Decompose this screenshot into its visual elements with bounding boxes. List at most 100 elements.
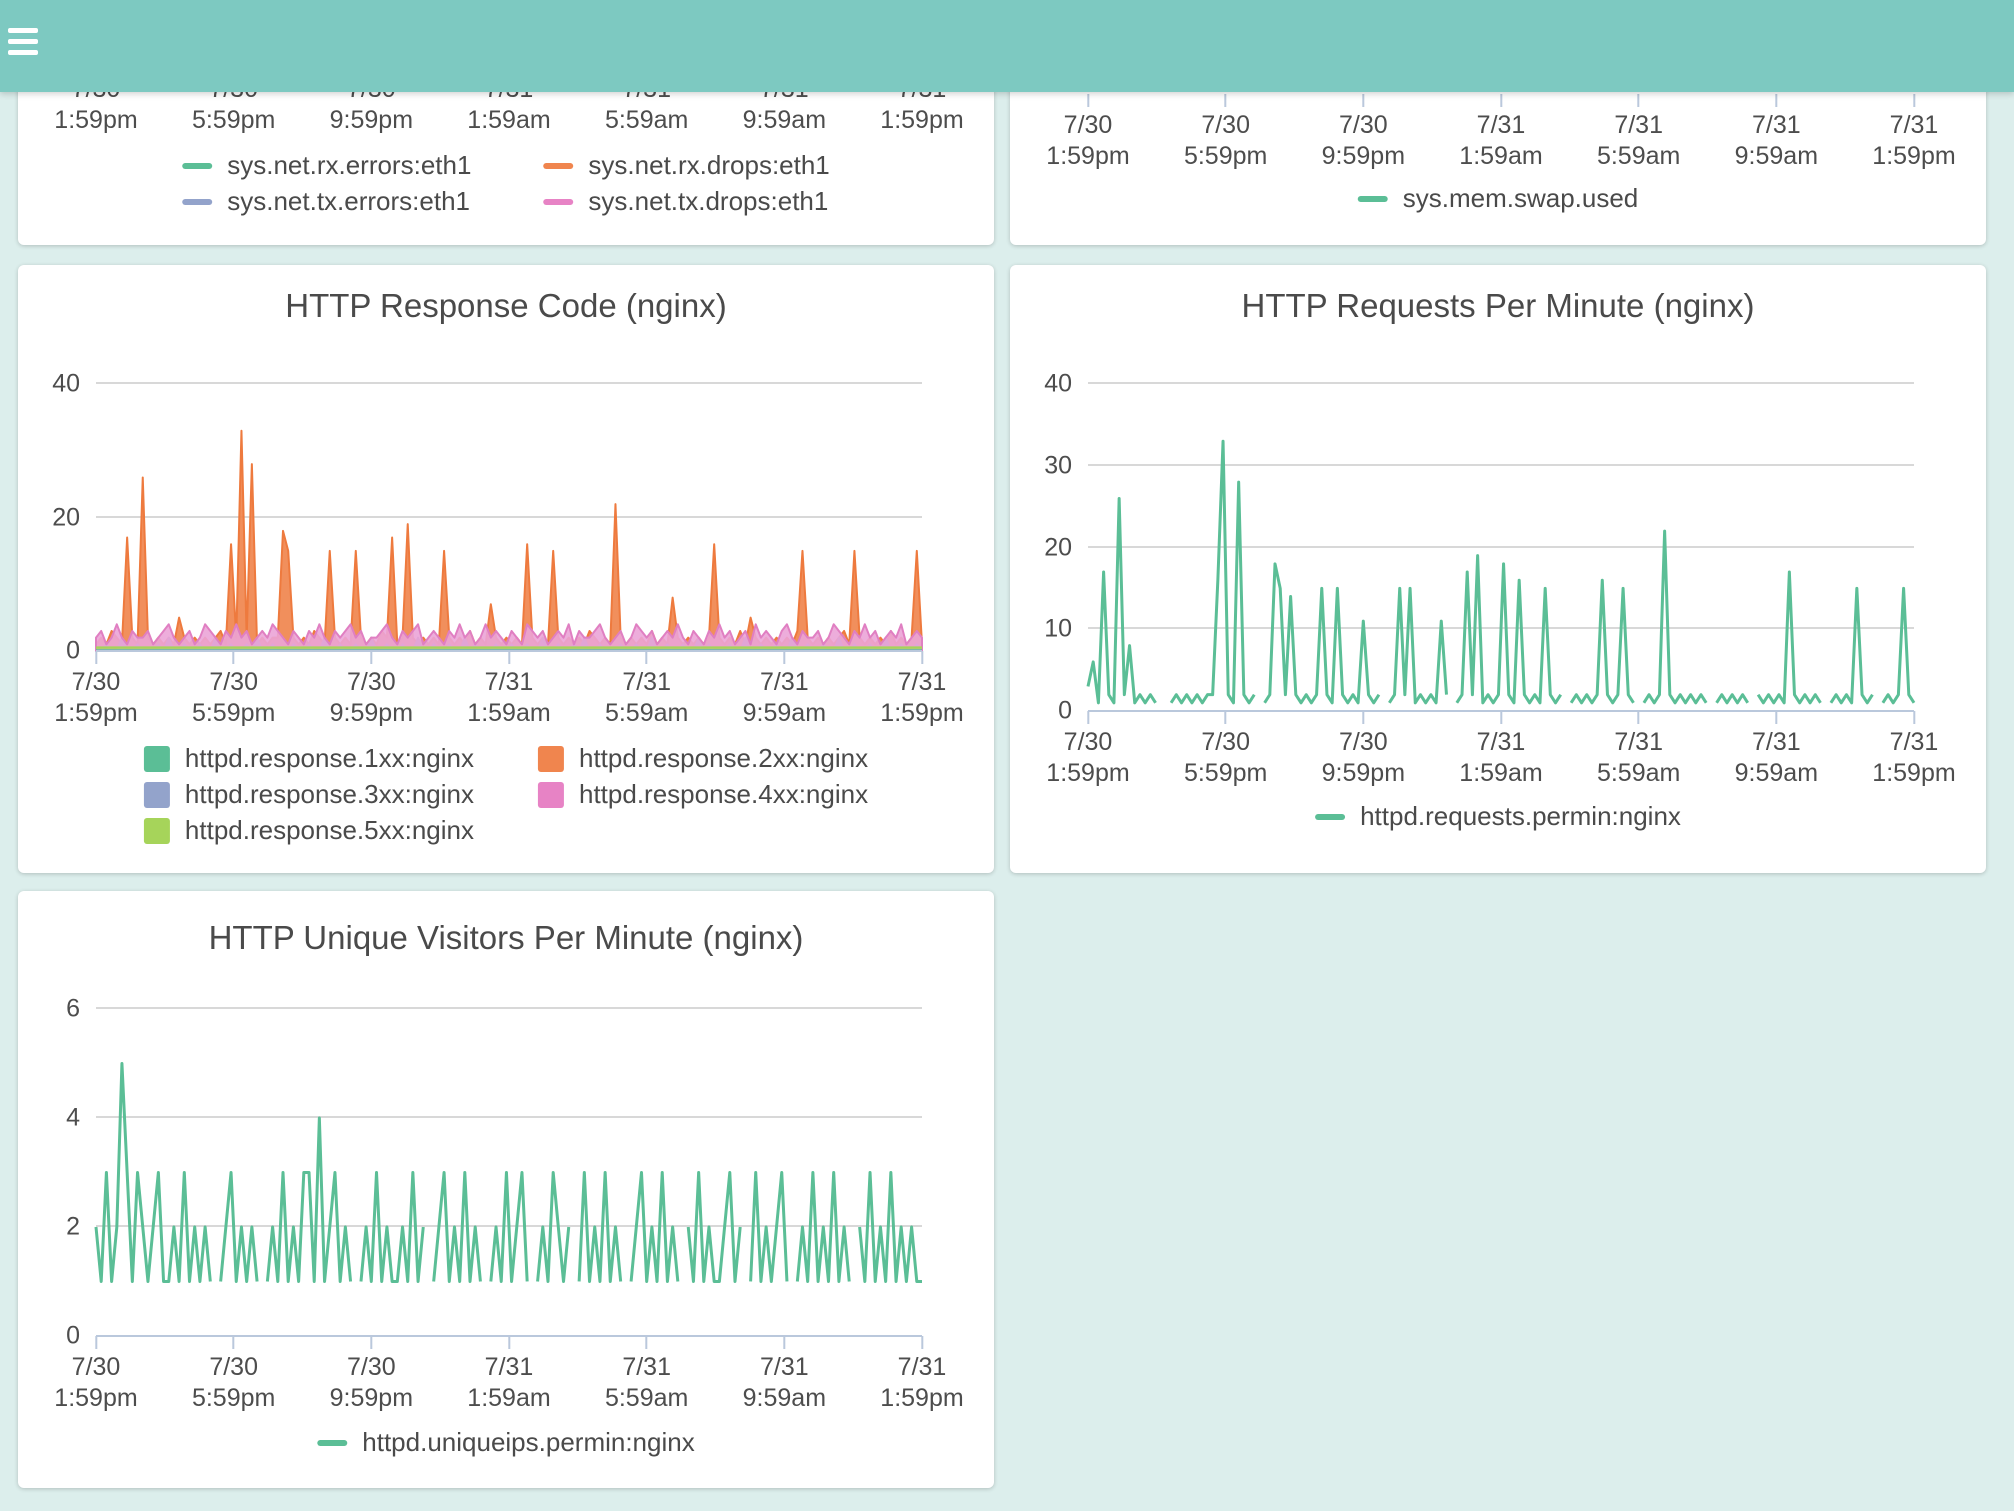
legend-swatch-icon xyxy=(543,163,573,169)
panel-http-response-code: HTTP Response Code (nginx) 02040 7/301:5… xyxy=(18,265,994,873)
x-tick-date: 7/31 xyxy=(898,1352,947,1383)
legend-item[interactable]: httpd.uniqueips.permin:nginx xyxy=(317,1427,694,1458)
x-tick-date: 7/30 xyxy=(1201,727,1250,758)
legend-label: httpd.requests.permin:nginx xyxy=(1360,801,1681,832)
x-tick-date: 7/30 xyxy=(209,1352,258,1383)
chart-legend: httpd.response.1xx:nginx httpd.response.2… xyxy=(144,743,868,846)
x-tick-date: 7/30 xyxy=(1064,110,1113,141)
x-tick-time: 5:59pm xyxy=(1184,141,1267,172)
x-tick-time: 9:59am xyxy=(743,105,826,136)
x-tick-date: 7/31 xyxy=(1752,727,1801,758)
legend-label: httpd.response.5xx:nginx xyxy=(185,815,474,846)
y-tick-label: 20 xyxy=(1044,533,1072,562)
legend-label: sys.net.tx.errors:eth1 xyxy=(227,186,470,217)
legend-item[interactable]: sys.net.tx.errors:eth1 xyxy=(182,186,471,217)
tick-mark xyxy=(1225,711,1227,724)
x-tick-date: 7/31 xyxy=(1614,727,1663,758)
x-tick-time: 1:59am xyxy=(1459,141,1542,172)
x-tick-time: 9:59pm xyxy=(1322,141,1405,172)
x-tick-time: 9:59am xyxy=(1735,141,1818,172)
chart-plot-area[interactable] xyxy=(1088,384,1914,711)
x-tick-date: 7/31 xyxy=(1614,110,1663,141)
y-tick-label: 10 xyxy=(1044,615,1072,644)
x-tick-time: 1:59pm xyxy=(880,105,963,136)
x-tick-time: 9:59pm xyxy=(330,105,413,136)
legend-item[interactable]: sys.net.rx.errors:eth1 xyxy=(182,150,471,181)
x-tick-time: 9:59am xyxy=(1735,758,1818,789)
x-tick: 7/319:59am xyxy=(743,651,826,729)
x-tick-time: 5:59pm xyxy=(1184,758,1267,789)
x-tick-time: 5:59pm xyxy=(192,105,275,136)
x-tick: 7/311:59am xyxy=(467,651,550,729)
chart-legend: httpd.requests.permin:nginx xyxy=(1315,801,1681,832)
panel-http-requests-per-minute: HTTP Requests Per Minute (nginx) 0102030… xyxy=(1010,265,1986,873)
legend-label: sys.net.rx.drops:eth1 xyxy=(588,150,829,181)
x-tick-time: 1:59pm xyxy=(1046,758,1129,789)
x-tick-date: 7/31 xyxy=(1890,110,1939,141)
chart-legend: httpd.uniqueips.permin:nginx xyxy=(317,1427,694,1458)
tick-mark xyxy=(1500,711,1502,724)
x-tick-time: 1:59am xyxy=(467,1383,550,1414)
series-httpd.uniqueips.permin:nginx xyxy=(96,1064,922,1282)
panel-http-unique-visitors: HTTP Unique Visitors Per Minute (nginx) … xyxy=(18,891,994,1488)
x-tick-date: 7/30 xyxy=(1201,110,1250,141)
legend-item[interactable]: httpd.response.1xx:nginx xyxy=(144,743,474,774)
x-tick-date: 7/31 xyxy=(485,667,534,698)
x-tick-time: 5:59am xyxy=(605,105,688,136)
legend-item[interactable]: httpd.response.4xx:nginx xyxy=(538,779,868,810)
legend-item[interactable]: httpd.requests.permin:nginx xyxy=(1315,801,1681,832)
chart-title: HTTP Requests Per Minute (nginx) xyxy=(1010,287,1986,325)
legend-swatch-icon xyxy=(1358,196,1388,202)
tick-mark xyxy=(233,651,235,664)
legend-label: httpd.uniqueips.permin:nginx xyxy=(362,1427,694,1458)
legend-label: httpd.response.3xx:nginx xyxy=(185,779,474,810)
tick-mark xyxy=(1225,94,1227,107)
legend-item[interactable]: sys.net.rx.drops:eth1 xyxy=(543,150,829,181)
chart-plot-area[interactable] xyxy=(96,384,922,651)
chart-series-svg xyxy=(96,1009,922,1336)
tick-mark xyxy=(921,651,923,664)
y-tick-label: 2 xyxy=(66,1213,80,1242)
tick-mark xyxy=(1362,711,1364,724)
x-tick: 7/305:59pm xyxy=(192,1336,275,1414)
chart-plot-area[interactable] xyxy=(96,1009,922,1336)
x-tick-time: 1:59pm xyxy=(880,698,963,729)
legend-swatch-icon xyxy=(543,199,573,205)
legend-label: httpd.response.2xx:nginx xyxy=(579,743,868,774)
app-header xyxy=(0,0,2014,92)
x-tick-time: 1:59am xyxy=(1459,758,1542,789)
tick-mark xyxy=(370,651,372,664)
chart-series-svg xyxy=(96,384,922,651)
legend-item[interactable]: sys.mem.swap.used xyxy=(1358,183,1639,214)
x-tick-date: 7/31 xyxy=(1477,110,1526,141)
legend-item[interactable]: httpd.response.5xx:nginx xyxy=(144,815,474,846)
x-tick: 7/309:59pm xyxy=(330,651,413,729)
x-tick: 7/315:59am xyxy=(605,651,688,729)
x-tick-date: 7/30 xyxy=(1339,110,1388,141)
legend-swatch-icon xyxy=(144,782,170,808)
legend-label: sys.net.tx.drops:eth1 xyxy=(588,186,828,217)
y-tick-label: 20 xyxy=(52,503,80,532)
legend-item[interactable]: httpd.response.3xx:nginx xyxy=(144,779,474,810)
x-tick: 7/309:59pm xyxy=(1322,94,1405,172)
x-tick: 7/301:59pm xyxy=(54,651,137,729)
x-tick-time: 5:59pm xyxy=(192,1383,275,1414)
dashboard-screen: 7/301:59pm7/305:59pm7/309:59pm7/311:59am… xyxy=(0,0,2014,1511)
x-axis-labels: 7/301:59pm7/305:59pm7/309:59pm7/311:59am… xyxy=(1088,711,1914,791)
x-tick-date: 7/30 xyxy=(72,1352,121,1383)
tick-mark xyxy=(1087,711,1089,724)
legend-label: sys.mem.swap.used xyxy=(1403,183,1639,214)
menu-icon[interactable] xyxy=(8,28,42,61)
tick-mark xyxy=(1638,94,1640,107)
legend-swatch-icon xyxy=(538,746,564,772)
x-tick-time: 9:59pm xyxy=(330,698,413,729)
y-tick-label: 40 xyxy=(1044,370,1072,399)
tick-mark xyxy=(1362,94,1364,107)
x-axis-labels: 7/301:59pm7/305:59pm7/309:59pm7/311:59am… xyxy=(1088,94,1914,174)
x-tick-time: 1:59pm xyxy=(1046,141,1129,172)
chart-title: HTTP Unique Visitors Per Minute (nginx) xyxy=(18,919,994,957)
legend-item[interactable]: sys.net.tx.drops:eth1 xyxy=(543,186,829,217)
tick-mark xyxy=(783,1336,785,1349)
y-tick-label: 6 xyxy=(66,995,80,1024)
legend-item[interactable]: httpd.response.2xx:nginx xyxy=(538,743,868,774)
